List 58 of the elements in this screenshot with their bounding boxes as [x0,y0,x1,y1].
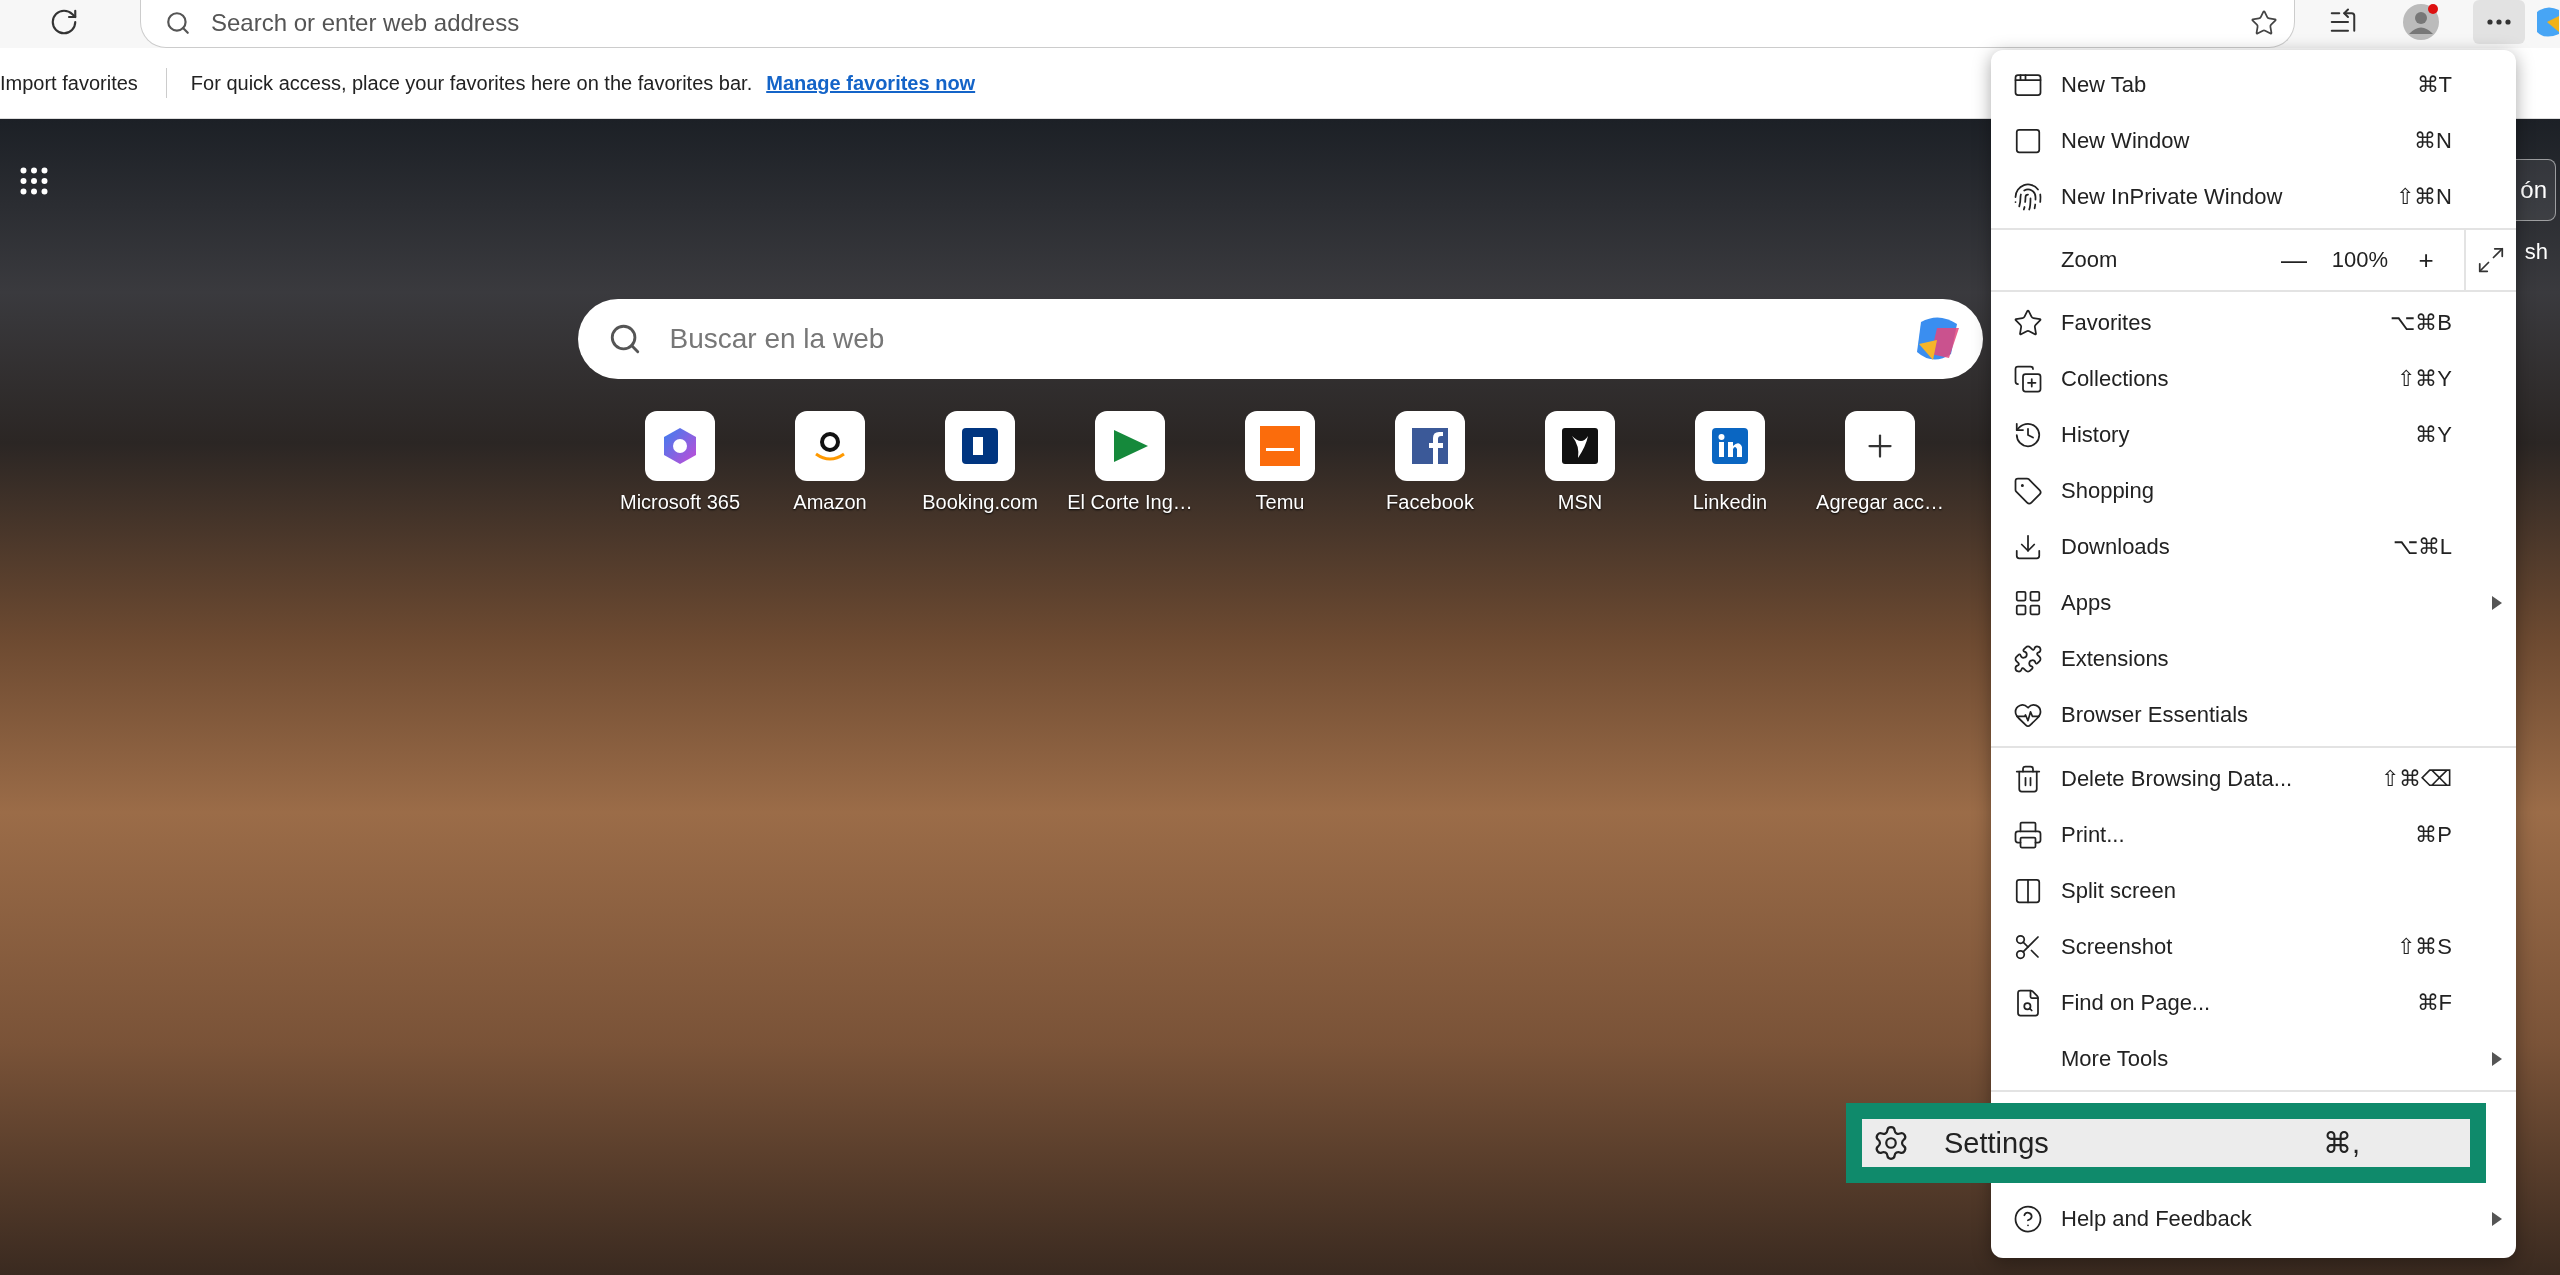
avatar-icon [2402,3,2440,41]
menu-item[interactable]: Find on Page... ⌘F [1991,975,2516,1031]
menu-item[interactable]: History ⌘Y [1991,407,2516,463]
split-screen-icon [2013,876,2043,906]
menu-item[interactable]: Help and Feedback [1991,1191,2516,1247]
puzzle-icon [2013,644,2043,674]
zoom-in-button[interactable]: + [2400,244,2452,276]
menu-item[interactable]: Screenshot ⇧⌘S [1991,919,2516,975]
zoom-out-button[interactable]: — [2268,244,2320,276]
grid-icon [2013,588,2043,618]
menu-item[interactable]: Print... ⌘P [1991,807,2516,863]
window-icon [2013,126,2043,156]
menu-item[interactable]: Settings ⌘, [1846,1103,2486,1183]
menu-item[interactable]: Shopping [1991,463,2516,519]
shortcut-tile[interactable]: Facebook [1355,411,1505,514]
download-icon [2013,532,2043,562]
help-icon [2013,1204,2043,1234]
more-button[interactable] [2473,0,2525,44]
zoom-label: Zoom [2061,247,2119,273]
import-favorites-button[interactable]: Import favorites [0,71,138,95]
corner-text: sh [2524,239,2549,265]
shortcut-tile[interactable]: Linkedin [1655,411,1805,514]
address-field[interactable]: Search or enter web address [209,7,2232,38]
menu-item[interactable]: Collections ⇧⌘Y [1991,351,2516,407]
shortcut-tile[interactable]: Agregar acc… [1805,411,1955,514]
fingerprint-icon [2013,182,2043,212]
shortcut-tile[interactable]: Temu [1205,411,1355,514]
tag-icon [2013,476,2043,506]
shortcut-tile[interactable]: El Corte Ing… [1055,411,1205,514]
trash-icon [2013,764,2043,794]
favorites-bar-message: For quick access, place your favorites here on the favorites bar. [190,71,753,95]
collections-icon [2013,364,2043,394]
menu-item[interactable]: Apps [1991,575,2516,631]
web-search-bar[interactable]: Buscar en la web [577,299,1983,379]
expand-icon [2476,245,2506,275]
reload-icon [49,7,79,37]
shortcut-tile[interactable]: Microsoft 365 [605,411,755,514]
shortcut-tile[interactable]: MSN [1505,411,1655,514]
menu-item[interactable]: More Tools [1991,1031,2516,1087]
more-icon [2487,19,2511,25]
search-icon [165,9,191,36]
menu-item[interactable]: New Tab ⌘T [1991,57,2516,113]
menu-item[interactable]: Delete Browsing Data... ⇧⌘⌫ [1991,751,2516,807]
square-logo-icon [1258,424,1302,468]
menu-item[interactable]: Extensions [1991,631,2516,687]
star-icon[interactable] [2250,8,2278,37]
printer-icon [2013,820,2043,850]
manage-favorites-link[interactable]: Manage favorites now [766,71,976,95]
menu-item[interactable]: Downloads ⌥⌘L [1991,519,2516,575]
zoom-value: 100% [2330,247,2390,273]
menu-item[interactable]: Browser Essentials [1991,687,2516,743]
shortcut-tile[interactable]: Booking.com [905,411,1055,514]
history-icon [2013,420,2043,450]
menu-item[interactable]: Split screen [1991,863,2516,919]
star-icon [2013,308,2043,338]
shortcut-tile[interactable]: Amazon [755,411,905,514]
address-bar[interactable]: Search or enter web address [140,0,2295,48]
menu-item[interactable]: Favorites ⌥⌘B [1991,295,2516,351]
